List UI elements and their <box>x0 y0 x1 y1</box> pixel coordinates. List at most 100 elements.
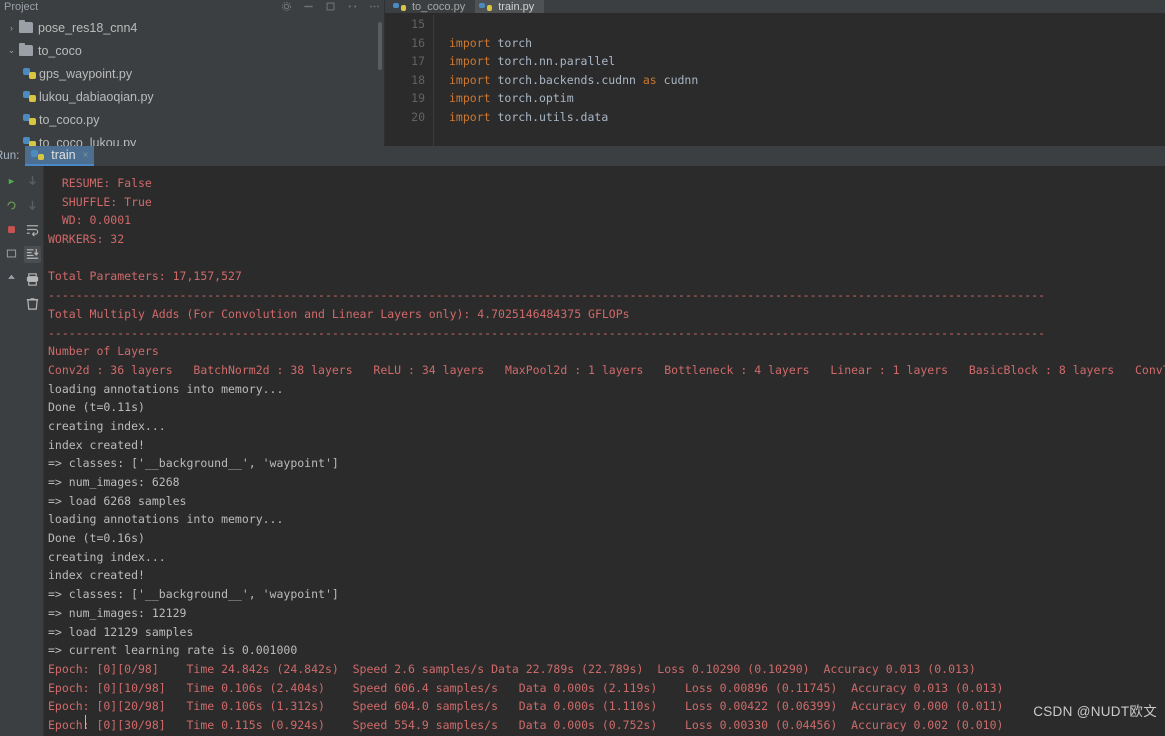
console-line: => load 6268 samples <box>48 493 187 508</box>
soft-wrap-icon[interactable] <box>25 222 40 237</box>
expand-icon[interactable] <box>6 272 17 283</box>
code-area[interactable]: 15 16 17 18 19 20 import torch import torch.nn… <box>385 13 1165 150</box>
console-line: Total Multiply Adds (For Convolution and… <box>48 306 630 321</box>
code-token: torch.utils.data <box>490 109 609 124</box>
pause-icon[interactable] <box>25 198 40 213</box>
layout-icon[interactable] <box>6 248 17 259</box>
console-line: loading annotations into memory... <box>48 381 284 396</box>
project-panel-title: Project <box>4 0 39 13</box>
console-line: => current learning rate is 0.001000 <box>48 643 298 658</box>
close-icon[interactable]: × <box>83 150 89 161</box>
print-icon[interactable] <box>25 272 40 287</box>
run-tab-label: train <box>51 148 76 162</box>
console-caret <box>85 715 86 729</box>
console-line: Epoch: [0][10/98] Time 0.106s (2.404s) S… <box>48 680 1004 695</box>
console-line: creating index... <box>48 549 166 564</box>
resume-icon[interactable] <box>25 174 40 189</box>
console-line: Epoch: [0][20/98] Time 0.106s (1.312s) S… <box>48 699 1004 714</box>
editor-tab-label: to_coco.py <box>412 0 466 13</box>
run-body: RESUME: False SHUFFLE: True WD: 0.0001 WO… <box>0 166 1165 736</box>
python-file-icon <box>23 90 36 103</box>
line-number: 17 <box>411 54 425 68</box>
code-line: import torch.nn.parallel <box>449 52 1165 71</box>
more-icon[interactable] <box>369 1 380 12</box>
line-number: 18 <box>411 72 425 87</box>
console-line: ----------------------------------------… <box>48 325 1045 340</box>
code-line: import torch.utils.data <box>449 108 1165 127</box>
run-console-toolbar <box>22 166 44 736</box>
editor-tab-bar[interactable]: to_coco.py train.py <box>385 0 1165 13</box>
line-number: 15 <box>411 17 425 31</box>
console-line: Conv2d : 36 layers BatchNorm2d : 38 laye… <box>48 362 1165 377</box>
project-scrollbar[interactable] <box>378 22 382 70</box>
code-token: import <box>449 72 491 87</box>
tree-item-to_coco-py[interactable]: to_coco.py <box>0 108 384 131</box>
folder-icon <box>19 20 33 33</box>
console-line: => classes: ['__background__', 'waypoint… <box>48 587 339 602</box>
line-number: 20 <box>411 109 425 124</box>
console-line: loading annotations into memory... <box>48 512 284 527</box>
line-number-gutter: 15 16 17 18 19 20 <box>385 15 433 150</box>
code-token: torch.nn.parallel <box>490 54 616 68</box>
console-line: Total Parameters: 17,157,527 <box>48 269 242 284</box>
code-lines[interactable]: import torch import torch.nn.parallel impo… <box>433 15 1165 150</box>
project-tool-window: Project › pose_res18_cnn4 ⌄ to_coco gps_… <box>0 0 385 150</box>
python-file-icon <box>479 2 493 12</box>
console-line: => num_images: 12129 <box>48 605 187 620</box>
tree-item-to_coco[interactable]: ⌄ to_coco <box>0 39 384 62</box>
project-panel-toolbar <box>281 0 380 13</box>
python-file-icon <box>31 149 45 161</box>
code-token: as <box>642 72 657 87</box>
hide-icon[interactable] <box>325 1 336 12</box>
gear-icon[interactable] <box>281 1 292 12</box>
tree-item-gps_waypoint-py[interactable]: gps_waypoint.py <box>0 62 384 85</box>
tree-item-label: to_coco <box>38 43 82 58</box>
run-window-label: Run: <box>0 150 20 162</box>
console-line: Done (t=0.11s) <box>48 400 145 415</box>
code-line: import torch.optim <box>449 89 1165 108</box>
python-file-icon <box>23 67 36 80</box>
console-line: index created! <box>48 437 145 452</box>
debug-icon[interactable] <box>6 176 17 187</box>
console-line: => load 12129 samples <box>48 624 194 639</box>
collapse-icon[interactable] <box>303 1 314 12</box>
code-token: cudnn <box>656 72 699 87</box>
console-line: WORKERS: 32 <box>48 232 125 247</box>
editor-tab-label: train.py <box>498 0 535 13</box>
run-side-strip <box>0 166 22 736</box>
run-tab-train[interactable]: train × <box>25 146 95 166</box>
scroll-to-end-icon[interactable] <box>24 246 41 263</box>
code-token: import <box>449 91 491 105</box>
tree-item-lukou_dabiaoqian-py[interactable]: lukou_dabiaoqian.py <box>0 85 384 108</box>
editor-tab-train-py[interactable]: train.py <box>475 0 545 13</box>
python-file-icon <box>393 2 406 12</box>
console-line: => num_images: 6268 <box>48 475 180 489</box>
console-line: Done (t=0.16s) <box>48 531 145 546</box>
top-region: Project › pose_res18_cnn4 ⌄ to_coco gps_… <box>0 0 1165 150</box>
tree-item-label: pose_res18_cnn4 <box>38 20 138 35</box>
code-token: torch.backends.cudnn <box>490 72 643 87</box>
code-token: torch <box>490 35 533 50</box>
project-tree[interactable]: › pose_res18_cnn4 ⌄ to_coco gps_waypoint.py l… <box>0 13 384 150</box>
console-line: index created! <box>48 568 145 583</box>
code-token: torch.optim <box>490 91 574 105</box>
editor-panel: to_coco.py train.py 15 16 17 18 19 20 import t… <box>385 0 1165 150</box>
code-token: import <box>449 54 491 68</box>
rerun-icon[interactable] <box>6 200 17 211</box>
chevron-icon[interactable]: › <box>4 23 19 33</box>
line-number: 16 <box>411 35 425 50</box>
run-side-icons <box>0 166 22 736</box>
editor-tab-to_coco-py[interactable]: to_coco.py <box>389 0 475 13</box>
chevron-icon[interactable]: ⌄ <box>4 45 19 56</box>
stop-red-icon[interactable] <box>6 224 17 235</box>
run-tab-bar: Run: train × <box>0 146 1165 166</box>
tree-item-pose_res18_cnn4[interactable]: › pose_res18_cnn4 <box>0 16 384 39</box>
settings-icon[interactable] <box>347 1 358 12</box>
tree-item-label: to_coco.py <box>39 112 100 127</box>
console-line: WD: 0.0001 <box>48 213 132 228</box>
console-line: ----------------------------------------… <box>48 288 1045 303</box>
clear-all-icon[interactable] <box>25 296 40 311</box>
console-output[interactable]: RESUME: False SHUFFLE: True WD: 0.0001 WO… <box>44 166 1165 736</box>
